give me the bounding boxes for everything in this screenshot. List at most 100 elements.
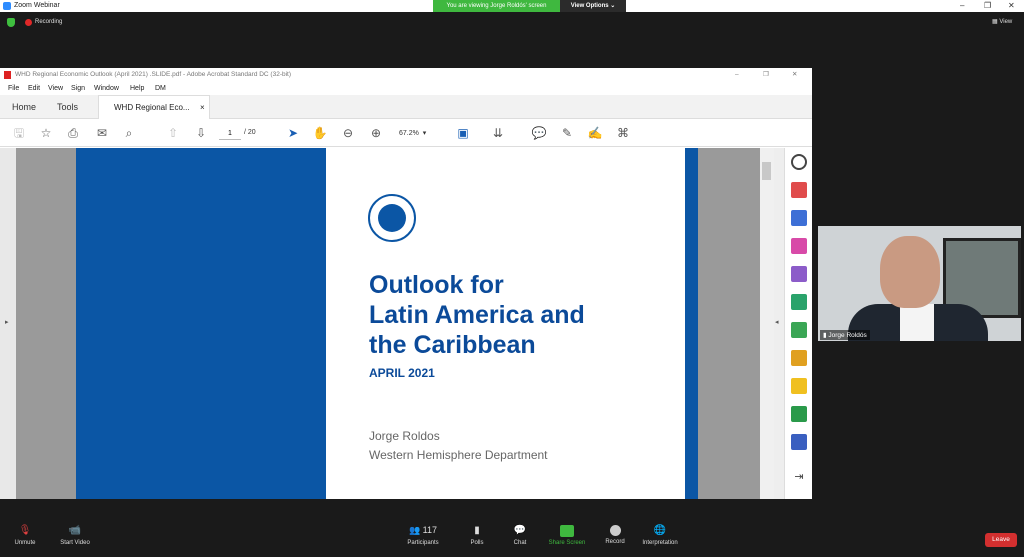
collapse-pane-icon[interactable]: ⇥ xyxy=(791,470,807,486)
polls-label: Polls xyxy=(470,540,484,546)
organize-pages-icon[interactable] xyxy=(791,322,807,338)
menu-help[interactable]: Help xyxy=(130,85,144,92)
page-layout-icon[interactable]: ▣ xyxy=(455,125,471,141)
imf-seal-logo xyxy=(368,194,416,242)
acrobat-close-icon[interactable]: ✕ xyxy=(792,68,797,82)
sticky-note-icon[interactable] xyxy=(791,378,807,394)
document-viewer[interactable]: ▸ Outlook for Latin America and the Cari… xyxy=(0,148,774,499)
save-icon[interactable]: 🖫 xyxy=(11,125,27,141)
video-off-icon: 📹 xyxy=(68,525,82,536)
slide-title-line2: Latin America and xyxy=(369,301,585,329)
highlight-pen-icon[interactable]: ✎ xyxy=(559,125,575,141)
comment-icon[interactable]: 💬 xyxy=(531,125,547,141)
record-label: Record xyxy=(605,539,625,545)
create-pdf-icon[interactable] xyxy=(791,210,807,226)
video-person-head xyxy=(880,236,940,308)
slide-title-line1: Outlook for xyxy=(369,271,504,299)
chat-button[interactable]: 💬 Chat xyxy=(508,525,532,546)
tab-tools[interactable]: Tools xyxy=(57,102,78,112)
menu-dm[interactable]: DM xyxy=(155,85,166,92)
edit-pdf-icon[interactable] xyxy=(791,238,807,254)
recording-icon xyxy=(25,19,32,26)
restore-icon[interactable]: ❐ xyxy=(984,1,991,10)
participant-video[interactable]: ▮ Jorge Roldós xyxy=(818,226,1021,341)
left-panel-toggle[interactable]: ▸ xyxy=(0,148,16,499)
zoom-level-value: 67.2% xyxy=(399,130,419,137)
view-options-button[interactable]: View Options ⌄ xyxy=(560,0,626,12)
document-tab-label: WHD Regional Eco... xyxy=(114,103,190,112)
close-icon[interactable]: ✕ xyxy=(1008,1,1015,10)
find-icon[interactable]: ⌕ xyxy=(121,125,137,141)
scroll-mode-icon[interactable]: ⇊ xyxy=(490,125,506,141)
acrobat-tabbar: Home Tools WHD Regional Eco... × xyxy=(0,95,812,119)
email-icon[interactable]: ✉ xyxy=(94,125,110,141)
slide-blue-band-left xyxy=(76,148,326,499)
next-page-icon[interactable]: ⇩ xyxy=(193,125,209,141)
protect-icon[interactable] xyxy=(791,434,807,450)
acrobat-window-title: WHD Regional Economic Outlook (April 202… xyxy=(15,71,292,78)
menu-window[interactable]: Window xyxy=(94,85,119,92)
right-panel-toggle[interactable]: ◂ xyxy=(774,148,784,499)
send-review-icon[interactable] xyxy=(791,294,807,310)
leave-button[interactable]: Leave xyxy=(985,533,1017,547)
video-person-shirt xyxy=(900,304,934,341)
participants-label: Participants xyxy=(407,540,439,546)
zoom-level-select[interactable]: 67.2% ▾ xyxy=(399,129,426,137)
acrobat-window: WHD Regional Economic Outlook (April 202… xyxy=(0,68,812,499)
select-cursor-icon[interactable]: ➤ xyxy=(285,125,301,141)
interpretation-button[interactable]: 🌐 Interpretation xyxy=(638,525,682,546)
view-button[interactable]: ▦ View xyxy=(992,18,1012,25)
view-button-label: View xyxy=(999,19,1013,25)
zoom-window-title: Zoom Webinar xyxy=(14,2,60,9)
slide-title: Outlook for Latin America and the Caribb… xyxy=(369,270,585,360)
zoom-search-icon[interactable] xyxy=(791,154,807,170)
menu-edit[interactable]: Edit xyxy=(28,85,40,92)
polls-button[interactable]: ▮ Polls xyxy=(465,525,489,546)
muted-mic-icon: 🎙 xyxy=(18,525,32,536)
bookmark-star-icon[interactable]: ☆ xyxy=(38,125,54,141)
page-number-input[interactable]: 1 xyxy=(219,127,241,140)
start-video-button[interactable]: 📹 Start Video xyxy=(55,525,95,546)
print-production-icon[interactable] xyxy=(791,406,807,422)
acrobat-minimize-icon[interactable]: – xyxy=(735,68,739,82)
slide-author-block: Jorge Roldos Western Hemisphere Departme… xyxy=(369,427,548,465)
close-tab-icon[interactable]: × xyxy=(200,103,205,112)
minimize-icon[interactable]: – xyxy=(960,1,964,10)
security-shield-icon[interactable] xyxy=(7,18,15,27)
participants-icon: 👥 117 xyxy=(408,525,438,535)
participants-button[interactable]: 👥 117 Participants xyxy=(401,525,445,546)
viewing-banner: You are viewing Jorge Roldós' screen xyxy=(433,0,560,12)
tab-document[interactable]: WHD Regional Eco... × xyxy=(98,95,210,119)
participant-name: Jorge Roldós xyxy=(828,332,867,339)
menu-view[interactable]: View xyxy=(48,85,63,92)
sign-icon[interactable]: ✍ xyxy=(587,125,603,141)
stamp-icon[interactable]: ⌘ xyxy=(615,125,631,141)
zoom-out-icon[interactable]: ⊖ xyxy=(340,125,356,141)
comment-tool-icon[interactable] xyxy=(791,350,807,366)
page-total: / 20 xyxy=(244,129,256,136)
interpretation-label: Interpretation xyxy=(642,540,678,546)
slide-author: Jorge Roldos xyxy=(369,429,440,443)
export-pdf-icon[interactable] xyxy=(791,182,807,198)
chat-icon: 💬 xyxy=(513,525,527,536)
zoom-in-icon[interactable]: ⊕ xyxy=(368,125,384,141)
print-icon[interactable]: ⎙ xyxy=(65,125,81,141)
vertical-scrollbar[interactable] xyxy=(760,148,774,499)
menu-sign[interactable]: Sign xyxy=(71,85,85,92)
previous-page-icon[interactable]: ⇧ xyxy=(165,125,181,141)
globe-icon: 🌐 xyxy=(653,525,667,536)
fill-sign-icon[interactable] xyxy=(791,266,807,282)
start-video-label: Start Video xyxy=(60,540,90,546)
meeting-controls: 🎙 Unmute 📹 Start Video 👥 117 Participant… xyxy=(0,523,1024,557)
menu-file[interactable]: File xyxy=(8,85,19,92)
unmute-button[interactable]: 🎙 Unmute xyxy=(10,525,40,546)
record-icon xyxy=(609,525,621,536)
record-button[interactable]: Record xyxy=(602,525,628,545)
recording-label: Recording xyxy=(35,19,63,25)
share-screen-button[interactable]: Share Screen xyxy=(545,525,589,546)
tools-pane: ⇥ xyxy=(784,148,812,499)
hand-tool-icon[interactable]: ✋ xyxy=(312,125,328,141)
tab-home[interactable]: Home xyxy=(12,102,36,112)
acrobat-restore-icon[interactable]: ❐ xyxy=(763,68,769,82)
unmute-label: Unmute xyxy=(14,540,36,546)
